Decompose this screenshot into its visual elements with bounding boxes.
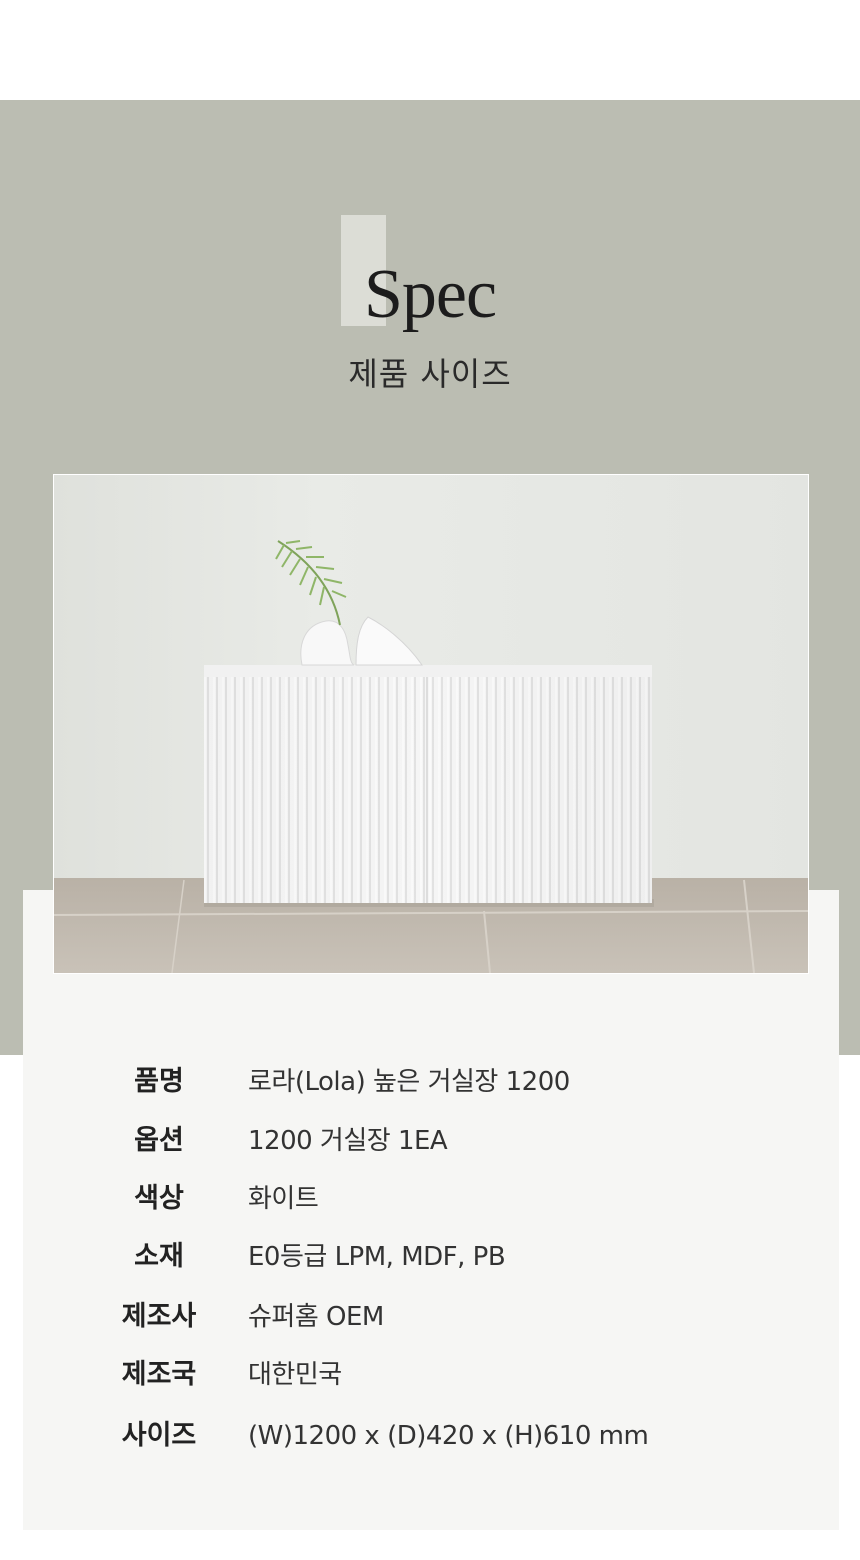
spec-label: 품명	[134, 1066, 184, 1097]
spec-label: 색상	[134, 1183, 184, 1214]
spec-label: 제조국	[121, 1359, 197, 1390]
spec-row-color: 색상 화이트	[0, 1179, 860, 1219]
spec-value: 화이트	[248, 1184, 319, 1214]
spec-value: 대한민국	[248, 1360, 342, 1390]
spec-label: 제조사	[121, 1301, 197, 1332]
spec-value: (W)1200 x (D)420 x (H)610 mm	[248, 1421, 649, 1451]
spec-label: 옵션	[134, 1125, 184, 1156]
page-title: Spec	[363, 256, 497, 333]
spec-label: 소재	[134, 1241, 184, 1272]
spec-label: 사이즈	[121, 1420, 197, 1451]
spec-row-country: 제조국 대한민국	[0, 1355, 860, 1395]
spec-row-option: 옵션 1200 거실장 1EA	[0, 1121, 860, 1161]
spec-value: 슈퍼홈 OEM	[248, 1302, 384, 1332]
spec-row-product-name: 품명 로라(Lola) 높은 거실장 1200	[0, 1062, 860, 1102]
spec-value: 로라(Lola) 높은 거실장 1200	[248, 1067, 570, 1097]
spec-row-material: 소재 E0등급 LPM, MDF, PB	[0, 1237, 860, 1277]
product-photo	[53, 474, 809, 974]
spec-value: 1200 거실장 1EA	[248, 1126, 448, 1156]
spec-row-size: 사이즈 (W)1200 x (D)420 x (H)610 mm	[0, 1416, 860, 1456]
page-subtitle: 제품 사이즈	[348, 355, 512, 393]
spec-value: E0등급 LPM, MDF, PB	[248, 1242, 506, 1272]
spec-row-manufacturer: 제조사 슈퍼홈 OEM	[0, 1297, 860, 1337]
